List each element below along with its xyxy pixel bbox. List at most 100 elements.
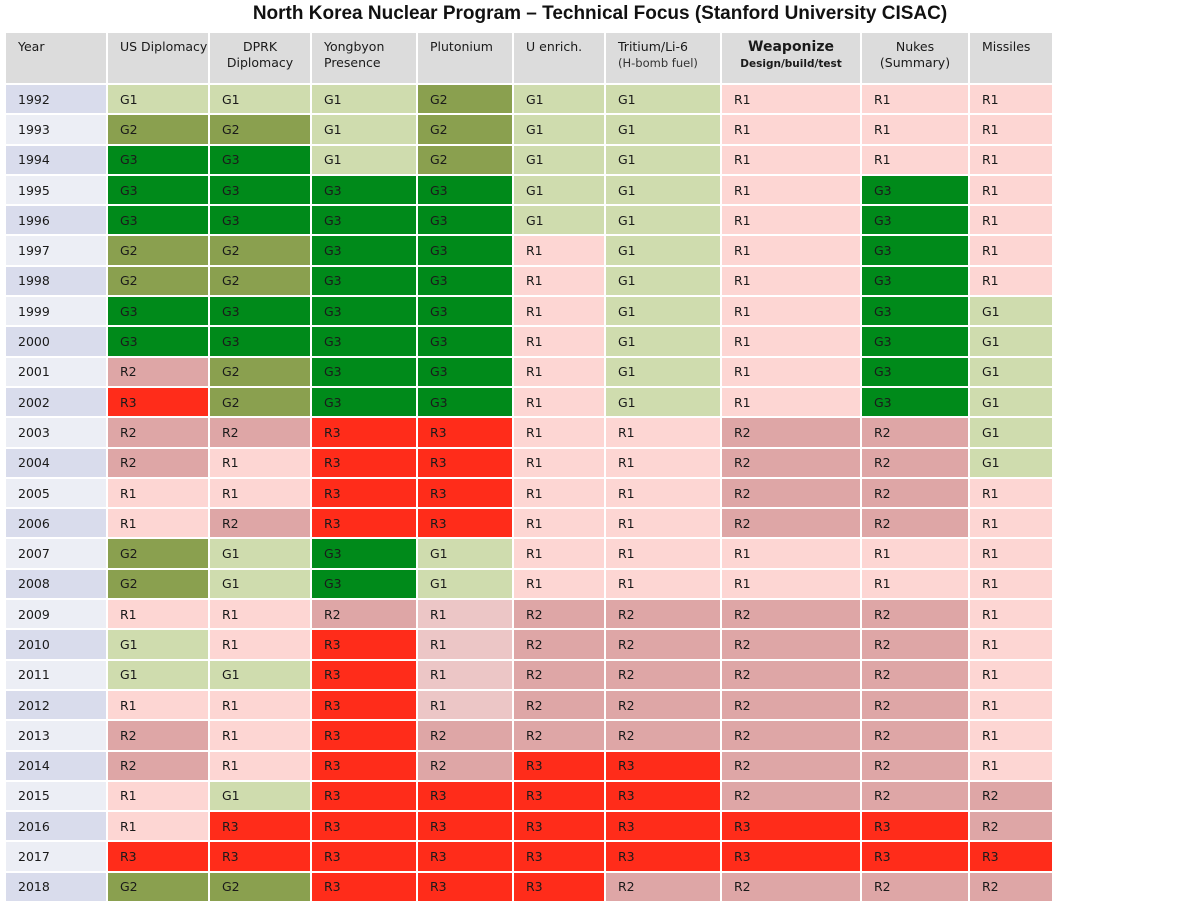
status-cell-us-diplomacy: R1 <box>108 478 208 508</box>
status-cell-plutonium: G3 <box>418 387 512 417</box>
table-row: 1993 G2 G2 G1 G2 G1 G1 R1 R1 R1 <box>6 115 1052 144</box>
status-cell-missiles: R1 <box>970 539 1052 568</box>
status-cell-yongbyon: R3 <box>312 690 416 720</box>
status-cell-weaponize: R1 <box>722 206 860 235</box>
status-cell-plutonium: R1 <box>418 660 512 689</box>
header-dprk-diplomacy: DPRK Diplomacy <box>210 33 310 83</box>
status-cell-nukes: R3 <box>862 842 968 871</box>
status-cell-yongbyon: G3 <box>312 569 416 599</box>
status-cell-yongbyon: R3 <box>312 812 416 841</box>
status-cell-us-diplomacy: R2 <box>108 721 208 750</box>
status-cell-weaponize: R3 <box>722 842 860 871</box>
year-cell: 1995 <box>6 175 106 205</box>
table-row: 2009 R1 R1 R2 R1 R2 R2 R2 R2 R1 <box>6 600 1052 629</box>
status-cell-u-enrich: R1 <box>514 539 604 568</box>
status-cell-u-enrich: R1 <box>514 357 604 386</box>
status-cell-nukes: R2 <box>862 418 968 447</box>
status-cell-plutonium: R3 <box>418 812 512 841</box>
status-cell-missiles: R1 <box>970 206 1052 235</box>
status-cell-missiles: R1 <box>970 660 1052 689</box>
status-cell-tritium: G1 <box>606 206 720 235</box>
status-cell-yongbyon: G3 <box>312 236 416 265</box>
table-row: 1998 G2 G2 G3 G3 R1 G1 R1 G3 R1 <box>6 266 1052 296</box>
status-cell-plutonium: G3 <box>418 175 512 205</box>
year-cell: 2018 <box>6 872 106 902</box>
status-cell-yongbyon: G3 <box>312 539 416 568</box>
status-cell-missiles: G1 <box>970 297 1052 326</box>
table-row: 2003 R2 R2 R3 R3 R1 R1 R2 R2 G1 <box>6 418 1052 447</box>
year-cell: 1996 <box>6 206 106 235</box>
status-cell-tritium: G1 <box>606 115 720 144</box>
status-cell-missiles: R2 <box>970 781 1052 811</box>
status-cell-tritium: R2 <box>606 660 720 689</box>
status-cell-tritium: G1 <box>606 85 720 114</box>
chart-title: North Korea Nuclear Program – Technical … <box>252 3 948 24</box>
table-row: 2013 R2 R1 R3 R2 R2 R2 R2 R2 R1 <box>6 721 1052 750</box>
header-us-diplomacy: US Diplomacy <box>108 33 208 83</box>
status-cell-weaponize: R2 <box>722 448 860 477</box>
status-cell-weaponize: R2 <box>722 660 860 689</box>
status-cell-dprk-diplomacy: G2 <box>210 266 310 296</box>
status-cell-weaponize: R1 <box>722 387 860 417</box>
status-cell-u-enrich: R1 <box>514 327 604 356</box>
table-row: 2004 R2 R1 R3 R3 R1 R1 R2 R2 G1 <box>6 448 1052 477</box>
status-cell-yongbyon: R3 <box>312 842 416 871</box>
header-label: Tritium/Li-6 <box>618 39 688 54</box>
year-cell: 2016 <box>6 812 106 841</box>
status-cell-yongbyon: R3 <box>312 660 416 689</box>
status-cell-u-enrich: R1 <box>514 387 604 417</box>
status-cell-missiles: R1 <box>970 85 1052 114</box>
status-cell-missiles: R1 <box>970 569 1052 599</box>
status-cell-u-enrich: R1 <box>514 236 604 265</box>
status-cell-tritium: R1 <box>606 478 720 508</box>
status-cell-yongbyon: R3 <box>312 781 416 811</box>
year-cell: 2006 <box>6 509 106 538</box>
status-cell-us-diplomacy: G1 <box>108 85 208 114</box>
year-cell: 2000 <box>6 327 106 356</box>
table-row: 2005 R1 R1 R3 R3 R1 R1 R2 R2 R1 <box>6 478 1052 508</box>
header-sublabel: Presence <box>324 55 381 70</box>
status-cell-nukes: R1 <box>862 569 968 599</box>
status-cell-weaponize: R1 <box>722 539 860 568</box>
status-cell-missiles: R1 <box>970 509 1052 538</box>
status-cell-tritium: R1 <box>606 509 720 538</box>
status-cell-dprk-diplomacy: R2 <box>210 418 310 447</box>
status-cell-u-enrich: R3 <box>514 781 604 811</box>
status-cell-nukes: G3 <box>862 175 968 205</box>
table-row: 1992 G1 G1 G1 G2 G1 G1 R1 R1 R1 <box>6 85 1052 114</box>
status-cell-plutonium: G3 <box>418 297 512 326</box>
table-row: 2016 R1 R3 R3 R3 R3 R3 R3 R3 R2 <box>6 812 1052 841</box>
table-row: 1999 G3 G3 G3 G3 R1 G1 R1 G3 G1 <box>6 297 1052 326</box>
status-cell-nukes: R2 <box>862 690 968 720</box>
table-row: 2018 G2 G2 R3 R3 R3 R2 R2 R2 R2 <box>6 872 1052 902</box>
status-cell-dprk-diplomacy: G1 <box>210 781 310 811</box>
year-cell: 2009 <box>6 600 106 629</box>
status-cell-missiles: R1 <box>970 175 1052 205</box>
status-cell-dprk-diplomacy: G1 <box>210 569 310 599</box>
status-cell-weaponize: R1 <box>722 297 860 326</box>
status-cell-tritium: G1 <box>606 297 720 326</box>
header-label: Weaponize <box>748 39 834 55</box>
year-cell: 2002 <box>6 387 106 417</box>
year-cell: 2012 <box>6 690 106 720</box>
year-cell: 1998 <box>6 266 106 296</box>
header-label: DPRK <box>242 39 278 54</box>
status-cell-plutonium: G3 <box>418 266 512 296</box>
status-cell-dprk-diplomacy: R1 <box>210 600 310 629</box>
year-cell: 2003 <box>6 418 106 447</box>
status-cell-plutonium: R3 <box>418 509 512 538</box>
status-cell-weaponize: R2 <box>722 509 860 538</box>
header-label: US Diplomacy <box>120 39 208 54</box>
status-cell-tritium: G1 <box>606 327 720 356</box>
status-cell-us-diplomacy: G3 <box>108 327 208 356</box>
status-cell-nukes: R2 <box>862 630 968 659</box>
status-cell-us-diplomacy: R2 <box>108 357 208 386</box>
status-cell-plutonium: R3 <box>418 842 512 871</box>
status-cell-missiles: R3 <box>970 842 1052 871</box>
status-cell-missiles: R1 <box>970 478 1052 508</box>
header-label: Nukes <box>895 39 935 54</box>
status-cell-us-diplomacy: R1 <box>108 812 208 841</box>
status-cell-us-diplomacy: G3 <box>108 175 208 205</box>
status-cell-u-enrich: R3 <box>514 842 604 871</box>
status-cell-tritium: R2 <box>606 690 720 720</box>
